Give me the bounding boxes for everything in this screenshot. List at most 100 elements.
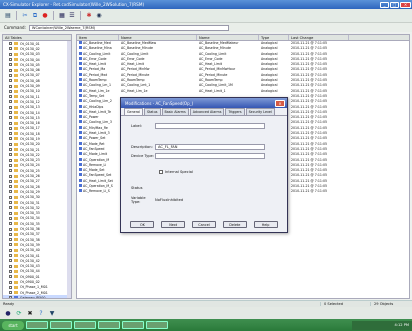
expand-icon[interactable]: [9, 158, 12, 162]
expand-icon[interactable]: [9, 174, 12, 178]
taskbar-item[interactable]: [98, 321, 120, 329]
column-header-item[interactable]: Item: [77, 35, 119, 40]
expand-icon[interactable]: [9, 42, 12, 46]
expand-icon[interactable]: [9, 47, 12, 51]
help-icon[interactable]: ?: [37, 309, 45, 317]
expand-icon[interactable]: [9, 137, 12, 141]
copy-icon[interactable]: ⧉: [31, 12, 39, 20]
bullet-icon[interactable]: ●: [4, 309, 12, 317]
expand-icon[interactable]: [9, 73, 12, 77]
taskbar-item[interactable]: [50, 321, 72, 329]
expand-icon[interactable]: [9, 227, 12, 231]
expand-icon[interactable]: [9, 52, 12, 56]
command-input[interactable]: WContainer/Wille_2Waeme_7(RSM): [28, 24, 229, 31]
dialog-close-icon[interactable]: ×: [275, 99, 285, 107]
minimize-icon[interactable]: _: [380, 1, 389, 8]
expand-icon[interactable]: [9, 100, 12, 104]
maximize-icon[interactable]: □: [390, 1, 399, 8]
expand-icon[interactable]: [9, 216, 12, 220]
expand-icon[interactable]: [9, 222, 12, 226]
tree-scrollbar[interactable]: [67, 41, 71, 298]
expand-icon[interactable]: [9, 142, 12, 146]
expand-icon[interactable]: [9, 132, 12, 136]
expand-icon[interactable]: [9, 111, 12, 114]
expand-icon[interactable]: [9, 248, 12, 252]
expand-icon[interactable]: [9, 280, 12, 284]
expand-icon[interactable]: [9, 89, 12, 93]
label-select[interactable]: [155, 123, 265, 129]
expand-icon[interactable]: [9, 148, 12, 152]
cut-icon[interactable]: ✂: [21, 12, 29, 20]
expand-icon[interactable]: [9, 291, 12, 295]
taskbar-item[interactable]: [74, 321, 96, 329]
taskbar-item[interactable]: [122, 321, 144, 329]
info-icon[interactable]: ◉: [95, 12, 103, 20]
list-icon[interactable]: ☰: [68, 12, 76, 20]
expand-icon[interactable]: [9, 264, 12, 268]
bold-x-icon[interactable]: ✖: [26, 309, 34, 317]
tab-triggers[interactable]: Triggers: [225, 108, 245, 115]
expand-icon[interactable]: [9, 84, 12, 88]
expand-icon[interactable]: [9, 153, 12, 157]
expand-icon[interactable]: [9, 126, 12, 130]
expand-icon[interactable]: [9, 201, 12, 205]
tab-status[interactable]: Status: [144, 108, 161, 115]
expand-icon[interactable]: [9, 259, 12, 263]
expand-icon[interactable]: [9, 275, 12, 279]
expand-icon[interactable]: [9, 105, 12, 109]
expand-icon[interactable]: [9, 285, 12, 289]
expand-icon[interactable]: [9, 185, 12, 189]
cancel-button[interactable]: Cancel: [191, 221, 216, 228]
close-icon[interactable]: ×: [400, 1, 411, 8]
tree-item[interactable]: Gateway_PI500: [3, 295, 71, 298]
folder-icon: [14, 73, 18, 77]
description-input[interactable]: AC_FL_FAN: [155, 144, 265, 150]
expand-icon[interactable]: [9, 63, 12, 67]
grid-icon[interactable]: ▦: [58, 12, 66, 20]
expand-icon[interactable]: [9, 190, 12, 194]
device-type-input[interactable]: [155, 153, 265, 159]
expand-icon[interactable]: [9, 68, 12, 72]
expand-icon[interactable]: [9, 243, 12, 247]
refresh-icon[interactable]: ⟳: [15, 309, 23, 317]
tab-security-level[interactable]: Security Level: [245, 108, 275, 115]
expand-icon[interactable]: [9, 163, 12, 167]
menu-icon[interactable]: ▤: [4, 12, 12, 20]
expand-icon[interactable]: [9, 95, 12, 99]
ok-button[interactable]: OK: [130, 221, 155, 228]
expand-icon[interactable]: [9, 169, 12, 173]
expand-icon[interactable]: [9, 121, 12, 125]
filter-icon[interactable]: ▼: [48, 309, 56, 317]
tab-general[interactable]: General: [124, 108, 143, 115]
expand-icon[interactable]: [9, 254, 12, 258]
delete-icon[interactable]: ●: [41, 12, 49, 20]
expand-icon[interactable]: [9, 269, 12, 273]
column-header-name[interactable]: Name: [119, 35, 197, 40]
expand-icon[interactable]: [9, 195, 12, 199]
expand-icon[interactable]: [9, 179, 12, 183]
column-header-name-2[interactable]: Name: [197, 35, 259, 40]
expand-icon[interactable]: [9, 79, 12, 83]
help-button[interactable]: Help: [253, 221, 278, 228]
tree-item-label: Ot_0130_05: [20, 62, 40, 67]
taskbar-item[interactable]: [146, 321, 168, 329]
tab-basic-alarms[interactable]: Basic Alarms: [161, 108, 189, 115]
expand-icon[interactable]: [9, 116, 12, 120]
expand-icon[interactable]: [9, 58, 12, 62]
column-header-type[interactable]: Type: [259, 35, 289, 40]
internal-special-checkbox[interactable]: [159, 170, 163, 174]
folder-icon: [14, 269, 18, 273]
expand-icon[interactable]: [9, 206, 12, 210]
window-title: CX-Simulator Explorer - Ret.cxdSimulator…: [3, 2, 145, 7]
expand-icon[interactable]: [9, 232, 12, 236]
tab-advanced-alarms[interactable]: Advanced Alarms: [189, 108, 225, 115]
settings-icon[interactable]: ✱: [85, 12, 93, 20]
expand-icon[interactable]: [9, 238, 12, 242]
next-button[interactable]: Next: [161, 221, 186, 228]
taskbar-item[interactable]: [26, 321, 48, 329]
start-button[interactable]: start: [2, 320, 24, 330]
delete-button[interactable]: Delete: [222, 221, 247, 228]
column-header-last-change[interactable]: Last Change: [289, 35, 349, 40]
expand-icon[interactable]: [9, 296, 12, 298]
expand-icon[interactable]: [9, 211, 12, 215]
